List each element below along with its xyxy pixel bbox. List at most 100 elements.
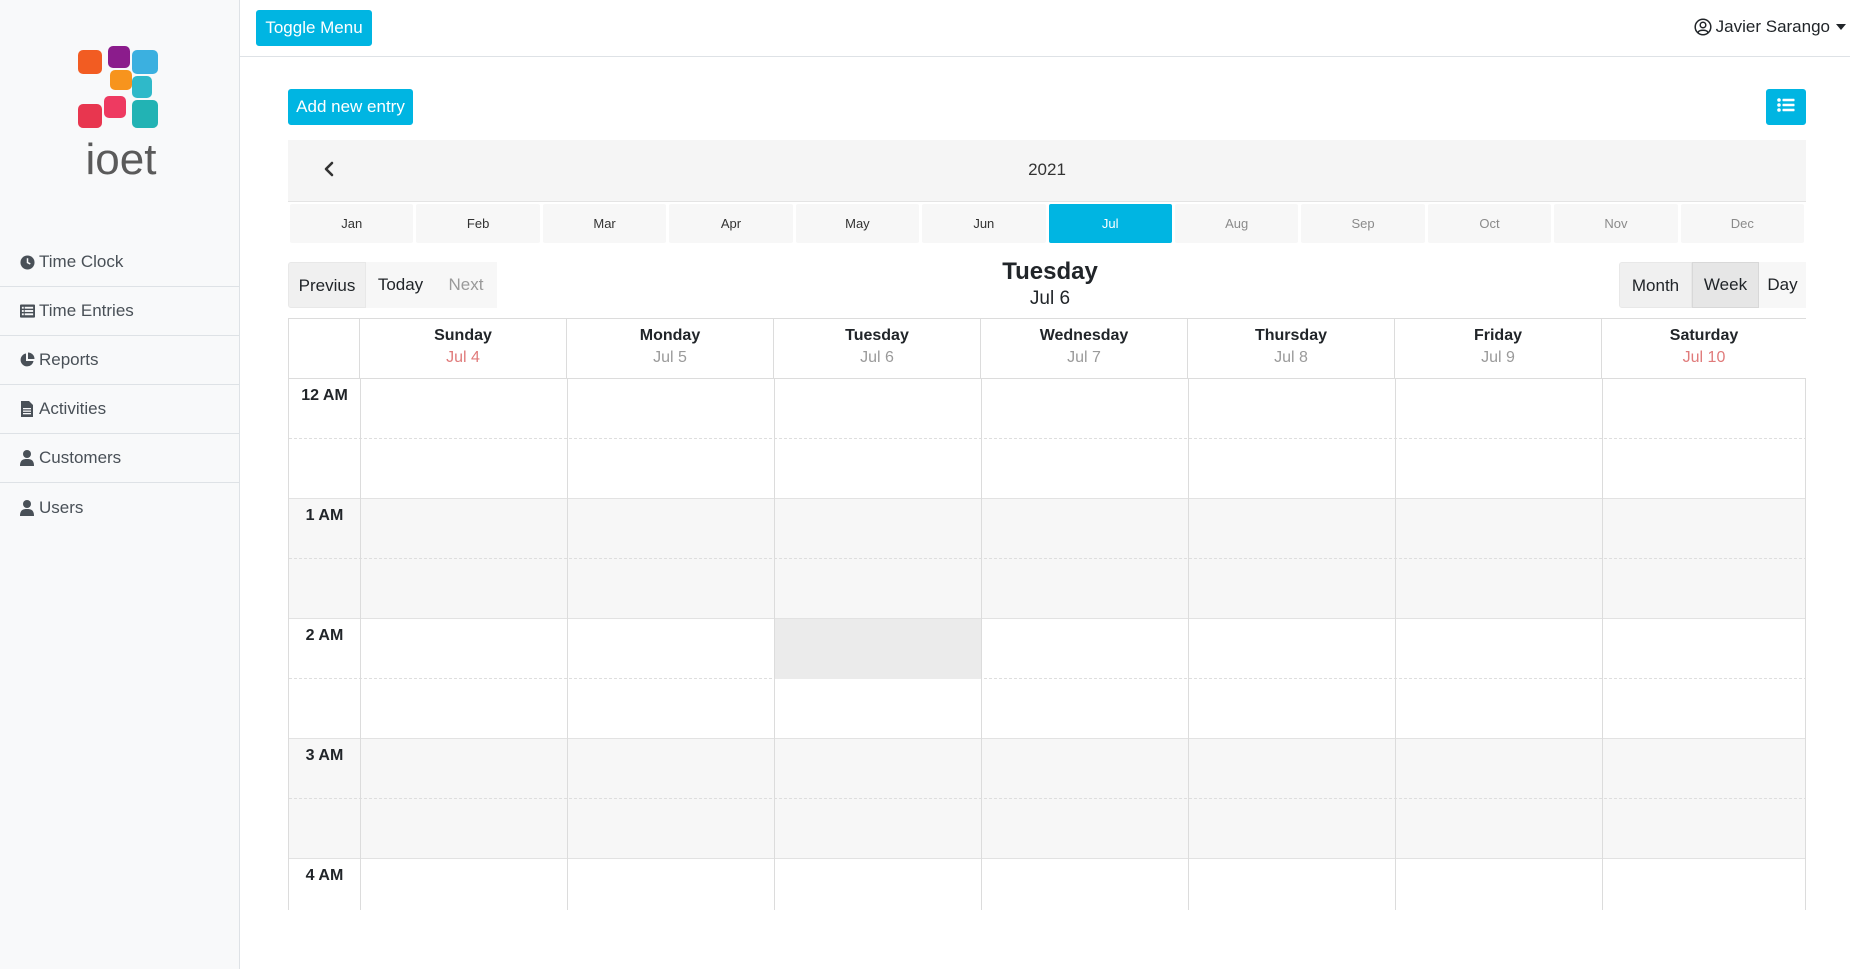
- day-date: Jul 10: [1682, 349, 1726, 366]
- time-slot[interactable]: [289, 859, 1806, 910]
- time-slot[interactable]: [289, 559, 1806, 619]
- user-circle-icon: [1694, 18, 1712, 36]
- column-divider: [360, 379, 361, 910]
- sidebar-item-reports[interactable]: Reports: [0, 336, 240, 385]
- calendar-body: 12 AM 1 AM 2 AM 3 AM 4 AM: [289, 379, 1806, 910]
- day-name: Monday: [639, 327, 701, 344]
- top-bar: Toggle Menu Javier Sarango: [240, 0, 1850, 57]
- month-oct[interactable]: Oct: [1427, 204, 1552, 243]
- sidebar-item-label: Reports: [39, 350, 99, 369]
- day-date: Jul 9: [1481, 349, 1515, 366]
- user-icon: [19, 499, 35, 516]
- day-name: Sunday: [434, 327, 492, 344]
- month-jul[interactable]: Jul: [1048, 204, 1172, 243]
- user-name: Javier Sarango: [1715, 17, 1830, 36]
- title-day-name: Tuesday: [1002, 258, 1098, 285]
- year-selector: 2021: [288, 140, 1806, 202]
- day-name: Tuesday: [845, 327, 909, 344]
- week-calendar: Sunday Jul 4 Monday Jul 5 Tuesday Jul 6 …: [288, 318, 1806, 910]
- day-header-tuesday[interactable]: Tuesday Jul 6: [774, 319, 981, 379]
- sidebar-item-customers[interactable]: Customers: [0, 434, 240, 483]
- sidebar-item-activities[interactable]: Activities: [0, 385, 240, 434]
- view-switcher: Month Week Day: [1619, 262, 1806, 308]
- sidebar-item-time-clock[interactable]: Time Clock: [0, 238, 240, 287]
- time-slot[interactable]: [289, 439, 1806, 499]
- day-header-saturday[interactable]: Saturday Jul 10: [1602, 319, 1806, 379]
- time-slot[interactable]: [289, 799, 1806, 859]
- time-slot[interactable]: [289, 499, 1806, 559]
- hour-label-4am: 4 AM: [305, 867, 344, 884]
- previous-button[interactable]: Previus: [288, 262, 366, 308]
- column-divider: [1805, 379, 1806, 910]
- day-date: Jul 8: [1274, 349, 1308, 366]
- month-aug[interactable]: Aug: [1174, 204, 1299, 243]
- day-name: Saturday: [1669, 327, 1739, 344]
- hour-label-2am: 2 AM: [305, 627, 344, 644]
- column-divider: [567, 379, 568, 910]
- day-header-monday[interactable]: Monday Jul 5: [567, 319, 774, 379]
- month-may[interactable]: May: [795, 204, 920, 243]
- chevron-down-icon: [1836, 24, 1846, 30]
- next-button[interactable]: Next: [435, 262, 497, 308]
- title-date: Jul 6: [1029, 288, 1071, 309]
- week-view-button[interactable]: Week: [1692, 262, 1759, 308]
- day-name: Wednesday: [1039, 327, 1129, 344]
- year-label: 2021: [1028, 160, 1066, 179]
- user-icon: [19, 450, 35, 466]
- time-slot[interactable]: [289, 739, 1806, 799]
- month-view-button[interactable]: Month: [1619, 262, 1692, 308]
- list-view-button[interactable]: [1766, 89, 1806, 125]
- month-sep[interactable]: Sep: [1301, 204, 1425, 243]
- user-menu-dropdown[interactable]: Javier Sarango: [1694, 16, 1846, 38]
- column-divider: [981, 379, 982, 910]
- current-time-cell[interactable]: [775, 619, 981, 679]
- day-date: Jul 7: [1067, 349, 1101, 366]
- month-nov[interactable]: Nov: [1554, 204, 1678, 243]
- pie-chart-icon: [19, 352, 35, 368]
- day-header-friday[interactable]: Friday Jul 9: [1395, 319, 1602, 379]
- file-icon: [19, 401, 35, 417]
- day-header-thursday[interactable]: Thursday Jul 8: [1188, 319, 1395, 379]
- time-gutter-header: [289, 319, 360, 379]
- time-slot[interactable]: [289, 679, 1806, 739]
- month-dec[interactable]: Dec: [1680, 204, 1805, 243]
- day-name: Thursday: [1254, 327, 1327, 344]
- hour-label-1am: 1 AM: [305, 507, 344, 524]
- clock-icon: [19, 254, 35, 270]
- sidebar-item-label: Time Clock: [39, 252, 124, 271]
- hour-label-3am: 3 AM: [305, 747, 344, 764]
- ioet-logo[interactable]: ioet: [76, 44, 166, 184]
- calendar-header: Sunday Jul 4 Monday Jul 5 Tuesday Jul 6 …: [289, 319, 1806, 379]
- time-slot[interactable]: [289, 379, 1806, 439]
- calendar-navigation: Previus Today Next: [288, 262, 497, 308]
- month-mar[interactable]: Mar: [542, 204, 667, 243]
- sidebar-item-label: Time Entries: [39, 301, 134, 320]
- month-jan[interactable]: Jan: [290, 204, 414, 243]
- month-jun[interactable]: Jun: [922, 204, 1046, 243]
- day-header-sunday[interactable]: Sunday Jul 4: [360, 319, 567, 379]
- today-button[interactable]: Today: [366, 262, 435, 308]
- day-date: Jul 4: [446, 349, 480, 366]
- month-selector: Jan Feb Mar Apr May Jun Jul Aug Sep Oct …: [288, 204, 1806, 243]
- toggle-menu-button[interactable]: Toggle Menu: [256, 10, 372, 46]
- day-header-wednesday[interactable]: Wednesday Jul 7: [981, 319, 1188, 379]
- sidebar-item-label: Customers: [39, 448, 122, 467]
- add-new-entry-button[interactable]: Add new entry: [288, 89, 413, 125]
- calendar-title: Tuesday Jul 6: [940, 258, 1160, 310]
- sidebar-item-time-entries[interactable]: Time Entries: [0, 287, 240, 336]
- time-slot[interactable]: [289, 619, 1806, 679]
- day-view-button[interactable]: Day: [1759, 262, 1806, 308]
- hour-label-12am: 12 AM: [301, 387, 348, 404]
- column-divider: [1395, 379, 1396, 910]
- month-apr[interactable]: Apr: [669, 204, 793, 243]
- column-divider: [1188, 379, 1189, 910]
- sidebar-item-label: Activities: [39, 399, 107, 418]
- day-date: Jul 6: [860, 349, 894, 366]
- column-divider: [1602, 379, 1603, 910]
- column-divider: [774, 379, 775, 910]
- sidebar-nav: Time Clock Time Entries Reports Activiti…: [0, 238, 240, 532]
- sidebar-item-users[interactable]: Users: [0, 483, 240, 532]
- month-feb[interactable]: Feb: [416, 204, 540, 243]
- day-date: Jul 5: [653, 349, 687, 366]
- day-name: Friday: [1473, 327, 1522, 344]
